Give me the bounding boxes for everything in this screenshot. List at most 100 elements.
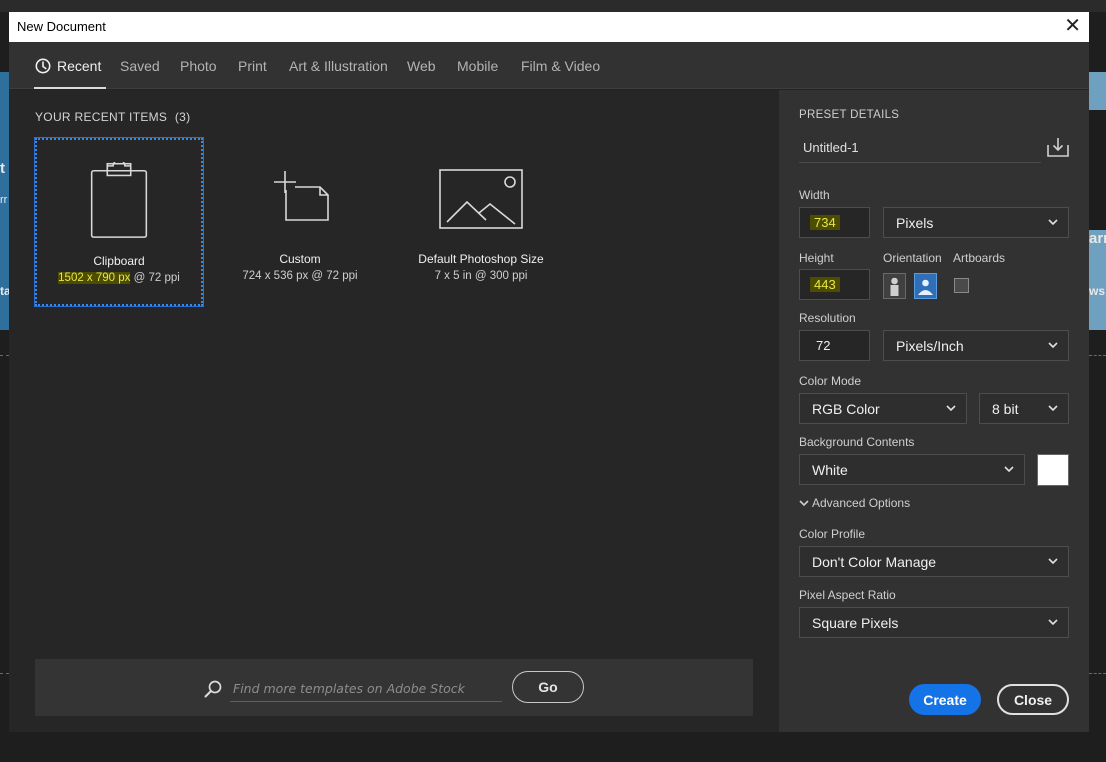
item-details: 1502 x 790 px @ 72 ppi	[37, 272, 201, 284]
color-mode-label: Color Mode	[799, 374, 862, 388]
stock-search-bar: Go	[35, 659, 753, 716]
background-divider	[1089, 355, 1106, 356]
chevron-down-icon	[1048, 619, 1058, 626]
bit-depth-select[interactable]: 8 bit	[979, 393, 1069, 424]
color-profile-select[interactable]: Don't Color Manage	[799, 546, 1069, 577]
save-preset-icon[interactable]	[1046, 136, 1070, 158]
tab-label: Recent	[57, 58, 102, 74]
background-tile-right-inner	[1089, 110, 1106, 230]
orientation-label: Orientation	[883, 251, 942, 265]
document-name-field[interactable]: Untitled-1	[799, 131, 1041, 163]
chevron-down-icon	[1004, 466, 1014, 473]
width-unit-value: Pixels	[896, 215, 934, 231]
background-peek-text: arr	[1089, 230, 1106, 247]
advanced-options-toggle[interactable]: Advanced Options	[799, 496, 910, 510]
chevron-down-icon	[1048, 219, 1058, 226]
color-profile-label: Color Profile	[799, 527, 866, 541]
background-divider	[0, 673, 9, 674]
height-value: 443	[810, 277, 840, 292]
item-name: Custom	[279, 252, 321, 266]
orientation-landscape-button[interactable]	[914, 273, 937, 299]
chevron-down-icon	[1048, 405, 1058, 412]
tab-film-video[interactable]: Film & Video	[521, 58, 600, 74]
new-document-dialog: New Document ✕ Recent Saved Photo Print …	[9, 12, 1089, 732]
recent-item-custom[interactable]: Custom 724 x 536 px @ 72 ppi	[216, 138, 384, 306]
artboards-checkbox[interactable]	[954, 278, 969, 293]
tab-web[interactable]: Web	[407, 58, 436, 74]
preset-details-pane: PRESET DETAILS Untitled-1 Width 734 Pixe…	[779, 90, 1089, 732]
width-input[interactable]: 734	[799, 207, 870, 238]
background-contents-select[interactable]: White	[799, 454, 1025, 485]
color-mode-value: RGB Color	[812, 401, 880, 417]
width-unit-select[interactable]: Pixels	[883, 207, 1069, 238]
recent-item-clipboard[interactable]: Clipboard 1502 x 790 px @ 72 ppi	[34, 137, 204, 307]
tab-art-illustration[interactable]: Art & Illustration	[289, 58, 388, 74]
background-divider	[0, 355, 9, 356]
background-peek-text: t	[0, 160, 5, 177]
recent-items-pane: YOUR RECENT ITEMS (3) Clipboard 1502 x 7…	[9, 90, 779, 732]
item-resolution: @ 300 ppi	[471, 270, 528, 282]
pixel-aspect-ratio-label: Pixel Aspect Ratio	[799, 588, 896, 602]
color-mode-select[interactable]: RGB Color	[799, 393, 967, 424]
dialog-title: New Document	[17, 19, 106, 34]
chevron-down-icon	[1048, 342, 1058, 349]
clipboard-icon	[90, 162, 148, 238]
dialog-close-icon[interactable]: ✕	[1064, 15, 1081, 37]
advanced-options-label: Advanced Options	[812, 496, 911, 510]
dialog-titlebar: New Document ✕	[9, 12, 1089, 42]
background-divider	[1089, 673, 1106, 674]
background-contents-label: Background Contents	[799, 435, 915, 449]
image-icon	[439, 169, 523, 229]
tab-recent[interactable]: Recent	[35, 58, 101, 74]
recent-item-default-photoshop-size[interactable]: Default Photoshop Size 7 x 5 in @ 300 pp…	[397, 138, 565, 306]
custom-document-icon	[274, 171, 329, 221]
create-button[interactable]: Create	[909, 684, 981, 715]
background-peek-text: ws	[1089, 284, 1106, 298]
chevron-down-icon	[1048, 558, 1058, 565]
height-input[interactable]: 443	[799, 269, 870, 300]
preset-details-heading: PRESET DETAILS	[799, 109, 900, 121]
resolution-input[interactable]: 72	[799, 330, 870, 361]
bit-depth-value: 8 bit	[992, 401, 1019, 417]
search-icon	[204, 680, 222, 698]
resolution-unit-value: Pixels/Inch	[896, 338, 964, 354]
width-label: Width	[799, 188, 830, 202]
recent-heading-label: YOUR RECENT ITEMS	[35, 110, 168, 124]
orientation-portrait-button[interactable]	[883, 273, 906, 299]
active-tab-indicator	[34, 87, 106, 89]
color-profile-value: Don't Color Manage	[812, 554, 937, 570]
clock-icon	[35, 58, 51, 74]
item-size: 1502 x 790 px	[58, 272, 131, 284]
chevron-down-icon	[799, 500, 809, 507]
resolution-label: Resolution	[799, 311, 856, 325]
chevron-down-icon	[946, 405, 956, 412]
height-label: Height	[799, 251, 834, 265]
pixel-aspect-ratio-select[interactable]: Square Pixels	[799, 607, 1069, 638]
tab-print[interactable]: Print	[238, 58, 267, 74]
recent-count: (3)	[174, 110, 191, 124]
item-resolution: @ 72 ppi	[130, 272, 180, 284]
portrait-person-icon	[890, 277, 899, 296]
background-color-swatch[interactable]	[1037, 454, 1069, 486]
background-app-bar	[0, 0, 1106, 12]
artboards-label: Artboards	[953, 251, 1006, 265]
background-contents-value: White	[812, 462, 848, 478]
recent-items-heading: YOUR RECENT ITEMS (3)	[35, 110, 190, 124]
item-name: Clipboard	[93, 254, 145, 268]
tab-saved[interactable]: Saved	[120, 58, 160, 74]
go-button[interactable]: Go	[512, 671, 584, 703]
item-size: 7 x 5 in	[434, 270, 472, 282]
landscape-person-icon	[918, 279, 933, 295]
background-peek-text: rr	[0, 194, 8, 206]
item-details: 724 x 536 px @ 72 ppi	[216, 270, 384, 282]
item-resolution: @ 72 ppi	[308, 270, 358, 282]
pixel-aspect-ratio-value: Square Pixels	[812, 615, 899, 631]
close-button[interactable]: Close	[997, 684, 1069, 715]
stock-search-input[interactable]	[230, 675, 502, 702]
resolution-unit-select[interactable]: Pixels/Inch	[883, 330, 1069, 361]
width-value: 734	[810, 215, 840, 230]
item-name: Default Photoshop Size	[418, 252, 544, 266]
category-tabs: Recent Saved Photo Print Art & Illustrat…	[9, 42, 1089, 89]
tab-photo[interactable]: Photo	[180, 58, 217, 74]
tab-mobile[interactable]: Mobile	[457, 58, 498, 74]
